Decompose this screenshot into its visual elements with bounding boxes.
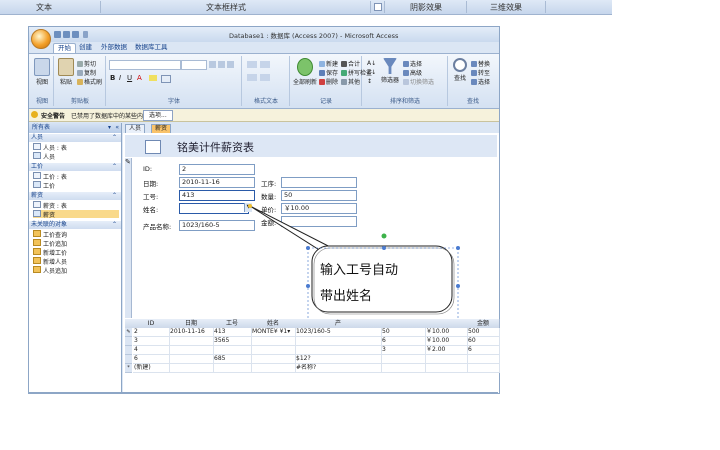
callout-shape[interactable] (0, 0, 720, 450)
callout-line: 带出姓名 (320, 289, 373, 304)
callout-text: 输入工号自动 带出姓名 (320, 258, 398, 310)
callout-line: 输入工号自动 (320, 263, 399, 278)
window-bottom-border (28, 392, 498, 394)
